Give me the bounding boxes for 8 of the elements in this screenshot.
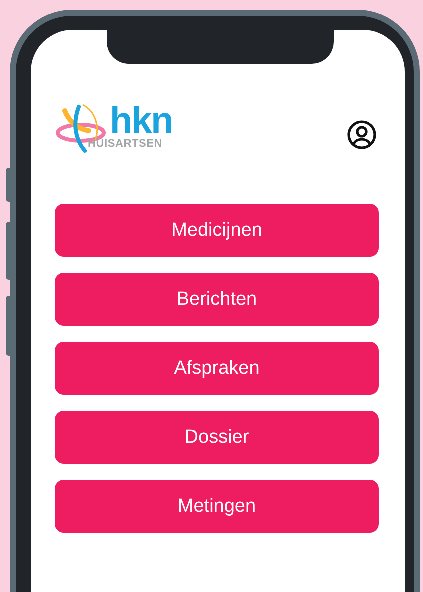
logo-subtitle: HUISARTSEN bbox=[88, 138, 163, 150]
menu-button[interactable]: Berichten bbox=[55, 273, 379, 326]
menu-button[interactable]: Dossier bbox=[55, 411, 379, 464]
menu-button[interactable]: Afspraken bbox=[55, 342, 379, 395]
menu-button[interactable]: Metingen bbox=[55, 480, 379, 533]
user-profile-icon[interactable] bbox=[347, 120, 377, 150]
menu-button[interactable]: Medicijnen bbox=[55, 204, 379, 257]
logo-wordmark: hkn bbox=[110, 104, 173, 138]
